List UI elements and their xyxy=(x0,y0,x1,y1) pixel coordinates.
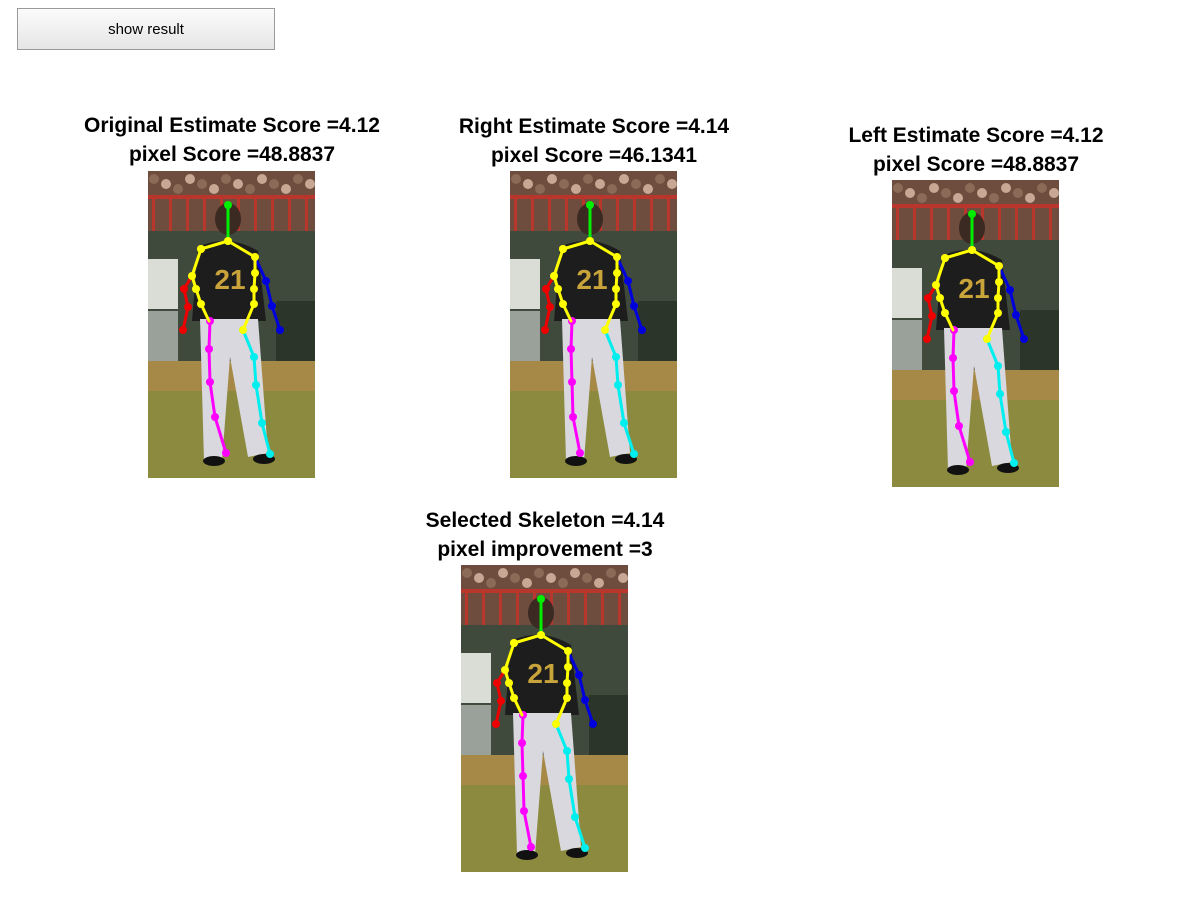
pose-photo: 21 xyxy=(510,171,677,478)
panel-right-pixel-score: pixel Score =46.1341 xyxy=(490,144,698,167)
pose-image-right: 21 xyxy=(510,171,677,478)
pose-photo: 21 xyxy=(461,565,628,872)
panel-left: Left Estimate Score =4.12 pixel Score =4… xyxy=(806,121,1146,179)
panel-original-pixel-score: pixel Score =48.8837 xyxy=(128,143,336,166)
svg-text:21: 21 xyxy=(576,264,607,295)
pose-image-original: 21 xyxy=(148,171,315,478)
pose-image-left: 21 xyxy=(892,180,1059,487)
panel-original: Original Estimate Score =4.12 pixel Scor… xyxy=(62,111,402,169)
svg-text:21: 21 xyxy=(958,273,989,304)
pose-photo: 21 xyxy=(148,171,315,478)
pose-photo: 21 xyxy=(892,180,1059,487)
svg-text:21: 21 xyxy=(214,264,245,295)
panel-selected: Selected Skeleton =4.14 pixel improvemen… xyxy=(375,506,715,564)
panel-left-score: Left Estimate Score =4.12 xyxy=(848,124,1104,147)
panel-original-score: Original Estimate Score =4.12 xyxy=(84,114,380,137)
panel-right: Right Estimate Score =4.14 pixel Score =… xyxy=(424,112,764,170)
panel-right-score: Right Estimate Score =4.14 xyxy=(458,115,730,138)
panel-selected-score: Selected Skeleton =4.14 xyxy=(425,509,665,532)
show-result-button[interactable]: show result xyxy=(17,8,275,50)
panel-selected-pixel-improvement: pixel improvement =3 xyxy=(437,538,653,561)
panel-left-pixel-score: pixel Score =48.8837 xyxy=(872,153,1080,176)
svg-text:21: 21 xyxy=(527,658,558,689)
pose-image-selected: 21 xyxy=(461,565,628,872)
